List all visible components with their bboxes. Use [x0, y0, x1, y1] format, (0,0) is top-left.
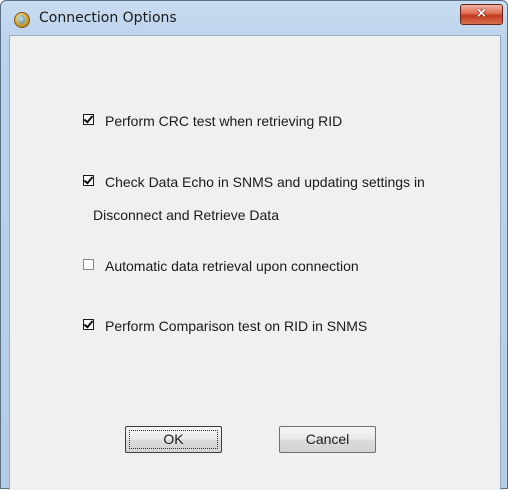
data-echo-label[interactable]: Check Data Echo in SNMS and updating set… [105, 174, 425, 190]
cancel-button[interactable]: Cancel [279, 426, 376, 453]
crc-test-checkbox[interactable] [83, 114, 94, 125]
dialog-body: Perform CRC test when retrieving RID Che… [9, 35, 501, 490]
title-bar[interactable]: Connection Options × [1, 1, 507, 35]
data-echo-checkbox[interactable] [83, 175, 94, 186]
close-button[interactable]: × [460, 4, 503, 25]
cancel-label: Cancel [305, 431, 350, 447]
app-globe-icon [14, 12, 30, 28]
auto-retrieval-checkbox[interactable] [83, 259, 94, 270]
data-echo-label-line2[interactable]: Disconnect and Retrieve Data [93, 207, 279, 223]
close-icon: × [476, 6, 487, 21]
auto-retrieval-label[interactable]: Automatic data retrieval upon connection [105, 258, 359, 274]
ok-button[interactable]: OK [125, 426, 222, 453]
comparison-test-label[interactable]: Perform Comparison test on RID in SNMS [105, 318, 367, 334]
focus-rect [129, 430, 218, 449]
window-title: Connection Options [39, 10, 177, 26]
comparison-test-checkbox[interactable] [83, 319, 94, 330]
connection-options-dialog: Connection Options × Perform CRC test wh… [0, 0, 508, 490]
crc-test-label[interactable]: Perform CRC test when retrieving RID [105, 113, 342, 129]
